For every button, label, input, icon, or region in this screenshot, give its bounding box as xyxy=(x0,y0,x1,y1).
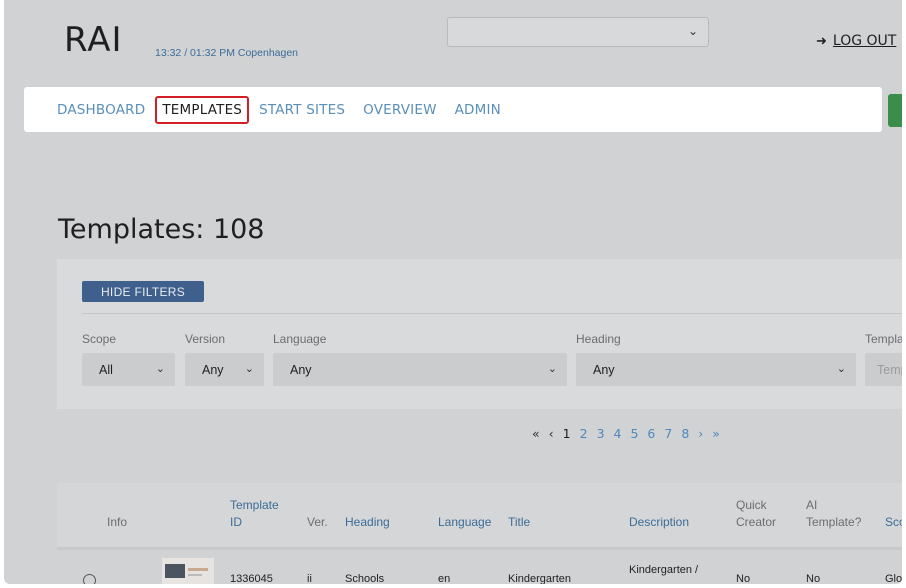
template-thumbnail[interactable] xyxy=(162,558,214,584)
nav-item-templates[interactable]: TEMPLATES xyxy=(155,95,250,124)
col-quick-creator: Quick Creator xyxy=(736,497,776,531)
cell-ver: ii xyxy=(307,573,312,584)
nav-item-admin[interactable]: ADMIN xyxy=(449,96,507,124)
nav-item-overview[interactable]: OVERVIEW xyxy=(357,96,443,124)
chevron-down-icon: ⌄ xyxy=(836,363,846,375)
chevron-down-icon: ⌄ xyxy=(155,363,165,375)
hide-filters-button[interactable]: HIDE FILTERS xyxy=(82,281,204,302)
language-select[interactable]: Any ⌄ xyxy=(273,353,567,386)
cell-description: Kindergarten / xyxy=(629,564,699,576)
main-nav: DASHBOARD TEMPLATES START SITES OVERVIEW… xyxy=(24,87,882,132)
page-title: Templates: 108 xyxy=(58,214,265,246)
col-ver: Ver. xyxy=(307,515,328,529)
version-value: Any xyxy=(202,363,224,377)
cell-ai-template: No xyxy=(806,573,821,584)
page-prev[interactable]: ‹ xyxy=(549,426,554,441)
heading-label: Heading xyxy=(576,332,621,346)
cell-language: en xyxy=(438,573,451,584)
logout-link[interactable]: ➜ LOG OUT xyxy=(816,33,896,49)
cell-title: Kindergarten xyxy=(508,573,571,584)
page-7[interactable]: 7 xyxy=(664,426,672,441)
pagination: « ‹ 1 2 3 4 5 6 7 8 › » xyxy=(532,426,720,441)
col-template-id-line2: ID xyxy=(230,515,242,529)
templates-table: Info Template ID Ver. Heading Language T… xyxy=(57,483,902,584)
template-label: Templa xyxy=(865,332,902,346)
page-first[interactable]: « xyxy=(532,426,540,441)
col-ai-template-line2: Template? xyxy=(806,515,862,529)
col-ai-template: AI Template? xyxy=(806,497,861,531)
cell-quick-creator: No xyxy=(736,573,751,584)
col-quick-creator-line2: Creator xyxy=(736,515,777,529)
row-select-radio[interactable] xyxy=(83,574,96,584)
clock-readout: 13:32 / 01:32 PM Copenhagen xyxy=(155,47,299,59)
nav-item-dashboard[interactable]: DASHBOARD xyxy=(52,96,151,124)
page-6[interactable]: 6 xyxy=(647,426,655,441)
filter-divider xyxy=(82,313,902,314)
template-input[interactable]: Temp xyxy=(865,353,902,386)
col-language[interactable]: Language xyxy=(438,514,491,531)
app-logo: RAI xyxy=(64,20,123,60)
cell-scope: Glo xyxy=(885,573,902,584)
chevron-down-icon: ⌄ xyxy=(687,24,698,38)
page-5[interactable]: 5 xyxy=(630,426,638,441)
heading-value: Any xyxy=(593,363,615,377)
site-select[interactable]: ⌄ xyxy=(447,17,709,47)
table-row[interactable]: 1336045 ii Schools en Kindergarten Kinde… xyxy=(57,547,902,584)
nav-item-start-sites[interactable]: START SITES xyxy=(253,96,351,124)
cell-template-id: 1336045 xyxy=(230,573,273,584)
side-action-tab[interactable] xyxy=(888,94,902,127)
language-label: Language xyxy=(273,332,327,346)
chevron-down-icon: ⌄ xyxy=(547,363,557,375)
scope-value: All xyxy=(99,363,113,377)
logout-label: LOG OUT xyxy=(832,33,897,49)
col-template-id-line1: Template xyxy=(230,498,279,512)
app-window: RAI 13:32 / 01:32 PM Copenhagen ⌄ ➜ LOG … xyxy=(4,0,902,584)
page-next[interactable]: › xyxy=(698,426,703,441)
col-ai-template-line1: AI xyxy=(806,498,818,512)
page-8[interactable]: 8 xyxy=(681,426,689,441)
col-template-id[interactable]: Template ID xyxy=(230,497,279,531)
template-placeholder: Temp xyxy=(877,363,902,377)
version-select[interactable]: Any ⌄ xyxy=(185,353,264,386)
filter-panel: HIDE FILTERS Scope All ⌄ Version Any ⌄ L… xyxy=(57,259,902,409)
col-heading[interactable]: Heading xyxy=(345,514,390,531)
version-label: Version xyxy=(185,332,226,346)
cell-heading: Schools xyxy=(345,573,385,584)
col-quick-creator-line1: Quick xyxy=(736,498,767,512)
chevron-down-icon: ⌄ xyxy=(244,363,254,375)
col-title[interactable]: Title xyxy=(508,514,530,531)
page-4[interactable]: 4 xyxy=(614,426,622,441)
col-description[interactable]: Description xyxy=(629,514,689,531)
page-3[interactable]: 3 xyxy=(597,426,605,441)
page-2[interactable]: 2 xyxy=(580,426,588,441)
page-last[interactable]: » xyxy=(712,426,720,441)
page-1[interactable]: 1 xyxy=(563,426,571,441)
language-value: Any xyxy=(290,363,312,377)
scope-select[interactable]: All ⌄ xyxy=(82,353,175,386)
scope-label: Scope xyxy=(82,332,117,346)
col-info: Info xyxy=(107,515,128,529)
col-scope[interactable]: Sco xyxy=(885,514,902,531)
heading-select[interactable]: Any ⌄ xyxy=(576,353,856,386)
sign-out-icon: ➜ xyxy=(816,33,827,48)
